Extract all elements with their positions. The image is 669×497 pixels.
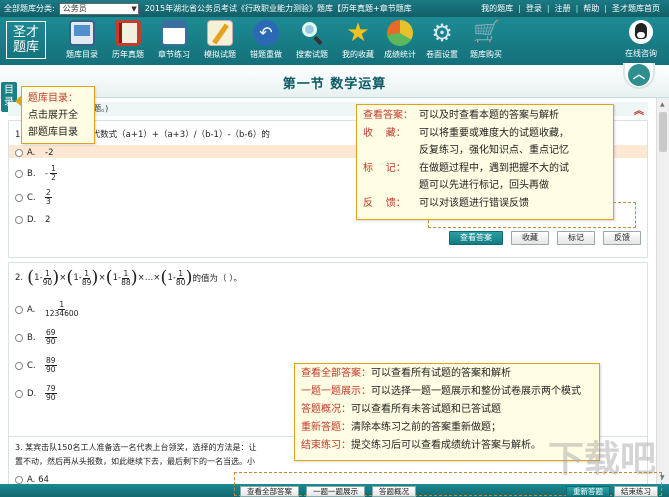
chevron-up-icon: ︿ bbox=[628, 64, 650, 86]
book-icon bbox=[115, 20, 141, 46]
toolbar-chapter-practice[interactable]: 章节练习 bbox=[150, 20, 198, 64]
mark-button[interactable]: 标记 bbox=[557, 231, 595, 245]
q2-option-c[interactable]: C. 89 90 bbox=[15, 357, 57, 374]
fraction: 12 bbox=[50, 164, 57, 182]
q2-option-b[interactable]: B. 69 90 bbox=[15, 329, 57, 346]
qq-icon bbox=[629, 20, 653, 44]
end-practice-button[interactable]: 结束练习 bbox=[614, 486, 658, 497]
monitor-icon bbox=[69, 20, 95, 46]
toolbar-search[interactable]: 搜索试题 bbox=[288, 20, 336, 64]
q1-option-d[interactable]: D. 2 bbox=[15, 215, 50, 225]
online-consult[interactable]: 在线咨询 bbox=[619, 20, 663, 59]
radio-button[interactable] bbox=[15, 476, 23, 484]
pencil-icon bbox=[207, 20, 233, 46]
link-register[interactable]: 注册 bbox=[550, 3, 576, 14]
link-help[interactable]: 帮助 bbox=[578, 3, 604, 14]
toolbar-favorites[interactable]: ★ 我的收藏 bbox=[334, 20, 382, 64]
q1-option-b[interactable]: B. - 12 bbox=[15, 165, 57, 182]
radio-button[interactable] bbox=[15, 193, 23, 202]
section-title: 第一节 数学运算 bbox=[282, 77, 387, 92]
restart-button[interactable]: 重新答题 bbox=[566, 486, 610, 497]
link-login[interactable]: 登录 bbox=[521, 3, 547, 14]
radio-button[interactable] bbox=[15, 149, 23, 157]
toolbar-redo-wrong[interactable]: ↶ 错题重做 bbox=[242, 20, 290, 64]
search-icon bbox=[299, 20, 325, 46]
collapse-icon[interactable]: ︽ bbox=[634, 102, 644, 117]
vertical-scrollbar[interactable]: ▲ ▼ bbox=[656, 98, 669, 484]
radio-button[interactable] bbox=[15, 389, 23, 398]
radio-button[interactable] bbox=[15, 361, 23, 370]
top-bar: 全部题库分类: 公务员 ▼ 2015年湖北省公务员考试《行政职业能力测验》题库【… bbox=[0, 0, 669, 17]
answer-overview-button[interactable]: 答题概况 bbox=[372, 486, 416, 497]
scrollbar-thumb[interactable] bbox=[659, 112, 667, 152]
question-1-actions: 查看答案 收藏 标记 反馈 bbox=[449, 231, 641, 245]
q2-option-d[interactable]: D. 79 90 bbox=[15, 385, 57, 402]
pie-chart-icon bbox=[387, 20, 413, 46]
category-label: 全部题库分类: bbox=[4, 4, 55, 13]
undo-icon: ↶ bbox=[253, 20, 279, 46]
favorite-button[interactable]: 收藏 bbox=[511, 231, 549, 245]
toolbar-past-exams[interactable]: 历年真题 bbox=[104, 20, 152, 64]
callout-pointer bbox=[15, 95, 22, 107]
q1-option-a[interactable]: A. -2 bbox=[15, 148, 53, 158]
toolbar-layout-settings[interactable]: ⚙ 卷面设置 bbox=[418, 20, 466, 64]
link-my-bank[interactable]: 我的题库 bbox=[476, 3, 518, 14]
question-2-stem: 2. (1- 1 90) × (1- 1 89) × (1- 1 88) ×…× (1- 1 8… bbox=[15, 267, 242, 288]
feedback-button[interactable]: 反馈 bbox=[603, 231, 641, 245]
radio-button[interactable] bbox=[15, 169, 23, 178]
directory-callout: 题库目录： 点击展开全 部题库目录 bbox=[15, 86, 95, 144]
toolbar: 圣才题库 题库目录 历年真题 章节练习 模拟试题 ↶ 错题重做 搜索试题 ★ 我… bbox=[0, 17, 669, 65]
chevron-down-icon: ▼ bbox=[131, 4, 137, 13]
link-home[interactable]: 圣才题库首页 bbox=[607, 3, 665, 14]
view-all-answers-button[interactable]: 查看全部答案 bbox=[240, 486, 299, 497]
toolbar-purchase[interactable]: 🛒 题库购买 bbox=[462, 20, 510, 64]
scroll-up-icon[interactable]: ▲ bbox=[660, 101, 665, 108]
view-answer-button[interactable]: 查看答案 bbox=[449, 231, 503, 245]
q2-option-a[interactable]: A. 1 1234600 bbox=[15, 301, 78, 318]
one-by-one-button[interactable]: 一题一题展示 bbox=[306, 486, 365, 497]
toolbar-directory[interactable]: 题库目录 bbox=[58, 20, 106, 64]
logo: 圣才题库 bbox=[6, 21, 46, 59]
radio-button[interactable] bbox=[15, 305, 23, 314]
answer-actions-callout: 查看答案： 可以及时查看本题的答案与解析 收 藏： 可以将重要或难度大的试题收藏， … bbox=[356, 104, 614, 220]
toolbar-stats[interactable]: 成绩统计 bbox=[376, 20, 424, 64]
q1-option-c[interactable]: C. 23 bbox=[15, 189, 52, 206]
fraction: 23 bbox=[45, 188, 52, 206]
cart-icon: 🛒 bbox=[473, 20, 501, 45]
section-header: 第一节 数学运算 ︿ bbox=[0, 63, 669, 98]
toolbar-mock-exams[interactable]: 模拟试题 bbox=[196, 20, 244, 64]
top-links: 我的题库 | 登录 | 注册 | 帮助 | 圣才题库首页 bbox=[476, 0, 665, 17]
radio-button[interactable] bbox=[15, 333, 23, 342]
calendar-icon bbox=[161, 20, 187, 46]
radio-button[interactable] bbox=[15, 216, 23, 224]
exam-title: 2015年湖北省公务员考试《行政职业能力测验》题库【历年真题+章节题库 bbox=[144, 4, 412, 13]
star-icon: ★ bbox=[346, 18, 370, 48]
gear-icon: ⚙ bbox=[431, 19, 453, 47]
category-select[interactable]: 公务员 ▼ bbox=[58, 2, 139, 15]
